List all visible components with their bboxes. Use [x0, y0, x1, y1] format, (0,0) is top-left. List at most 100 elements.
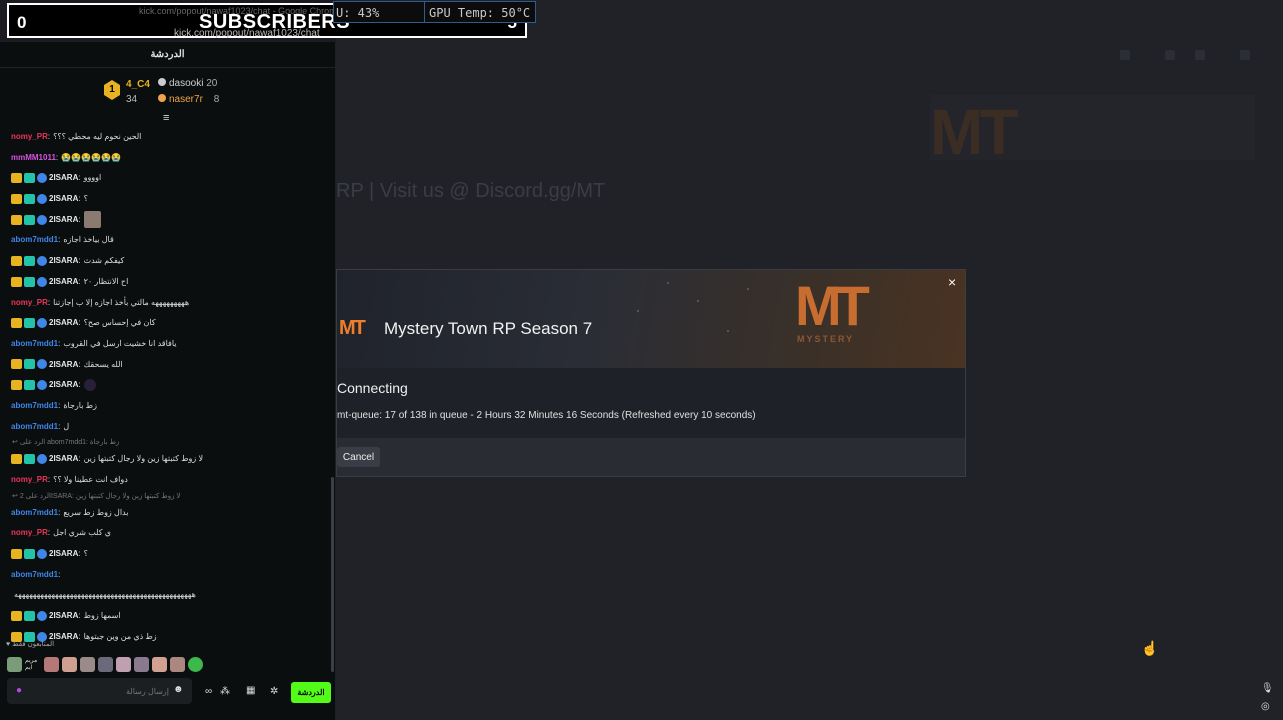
- chat-text: بدال زوط زط سريع: [63, 507, 129, 517]
- username-separator: :: [47, 297, 51, 307]
- chat-username[interactable]: 2ISARA: [49, 194, 78, 203]
- chat-message: abom7mdd1: بدال زوط زط سريع: [0, 503, 334, 524]
- chat-message: nomy_PR: الحين نحوم ليه محطي ؟؟؟: [0, 127, 334, 148]
- subscriber-badge-icon: [24, 214, 35, 225]
- username-separator: :: [78, 173, 81, 183]
- cancel-button[interactable]: Cancel: [337, 447, 380, 467]
- chat-username[interactable]: 2ISARA: [49, 173, 78, 182]
- gpu-temp: GPU Temp: 50°C: [424, 2, 530, 22]
- chat-message: abom7mdd1: قال بياخذ اجازه: [0, 230, 334, 251]
- subscriber-badge-icon: [24, 359, 35, 370]
- chat-username[interactable]: 2ISARA: [49, 380, 78, 389]
- chat-username[interactable]: 2ISARA: [49, 256, 78, 265]
- popout-url: kick.com/popout/nawaf1023/chat: [174, 28, 320, 39]
- gifter-3[interactable]: naser7r 8: [158, 94, 219, 105]
- chat-text: 😭😭😭😭😭😭: [61, 152, 121, 162]
- send-chat-button[interactable]: الدردشة: [291, 682, 331, 703]
- chat-username[interactable]: abom7mdd1: [11, 235, 58, 244]
- subscriber-badge-icon: [24, 611, 35, 622]
- viewer-avatar[interactable]: [44, 657, 59, 673]
- chat-message: nomy_PR: دواف انت عطينا ولا ؟؟: [0, 470, 334, 491]
- chat-username[interactable]: abom7mdd1: [11, 339, 58, 348]
- microphone-icon[interactable]: 🎙: [1261, 683, 1274, 694]
- username-separator: :: [78, 549, 81, 559]
- chat-message: nomy_PR: هههههههههه مالتي بأخذ اجازه إلا …: [0, 293, 334, 314]
- chat-username[interactable]: 2ISARA: [49, 318, 78, 327]
- chat-username[interactable]: 2ISARA: [49, 215, 78, 224]
- viewer-avatar[interactable]: [134, 657, 149, 673]
- chat-username[interactable]: nomy_PR: [11, 475, 48, 484]
- chat-message: 2ISARA: اوووو: [0, 168, 334, 189]
- chat-username[interactable]: nomy_PR: [11, 298, 48, 307]
- verified-badge-icon: [37, 359, 47, 370]
- chat-message: abom7mdd1: زط بارجاة: [0, 396, 334, 417]
- chat-input[interactable]: [29, 678, 169, 704]
- chat-username[interactable]: abom7mdd1: [11, 422, 58, 431]
- modal-header: MT Mystery Town RP Season 7 MT MYSTERY ×: [337, 270, 965, 368]
- crown-badge-icon: [11, 193, 22, 204]
- crown-badge-icon: [11, 276, 22, 287]
- viewer-avatar[interactable]: [62, 657, 77, 673]
- chat-scrollbar[interactable]: [331, 477, 334, 672]
- viewer-avatar[interactable]: [170, 657, 185, 673]
- chat-username[interactable]: 2ISARA: [49, 454, 78, 463]
- username-separator: :: [55, 152, 59, 162]
- gifter-2[interactable]: dasooki 20: [158, 78, 217, 89]
- server-banner: MT: [930, 95, 1255, 168]
- viewer-avatar[interactable]: [7, 657, 22, 673]
- system-stats-overlay: U: 43% GPU Temp: 50°C: [333, 1, 536, 23]
- gift-icon[interactable]: ⁂: [220, 686, 230, 697]
- server-logo-subtitle: MYSTERY: [797, 334, 855, 344]
- chat-username[interactable]: abom7mdd1: [11, 508, 58, 517]
- viewer-avatar[interactable]: [98, 657, 113, 673]
- rank-badge: 1: [104, 80, 120, 100]
- chat-username[interactable]: nomy_PR: [11, 528, 48, 537]
- infinity-icon[interactable]: ∞: [205, 686, 212, 697]
- gear-icon[interactable]: ✲: [270, 686, 278, 697]
- username-separator: :: [78, 214, 81, 224]
- store-icon[interactable]: ▦: [246, 685, 255, 696]
- chat-text: زط ذي من وين جبتوها: [83, 631, 157, 641]
- chat-username[interactable]: mmMM1011: [11, 153, 56, 162]
- chat-text: الحين نحوم ليه محطي ؟؟؟: [53, 132, 142, 141]
- chat-username[interactable]: 2ISARA: [49, 277, 78, 286]
- window-icon: [1195, 50, 1205, 60]
- chat-username[interactable]: nomy_PR: [11, 132, 48, 141]
- subscriber-badge-icon: [24, 454, 35, 465]
- chat-text: ي كلب شري اجل: [53, 528, 111, 538]
- viewer-avatar[interactable]: [188, 657, 203, 673]
- scroll-down-icon[interactable]: ≡: [163, 112, 169, 124]
- target-icon[interactable]: ◎: [1261, 701, 1270, 712]
- chat-username[interactable]: 2ISARA: [49, 549, 78, 558]
- subscriber-badge-icon: [24, 318, 35, 329]
- chat-text: ؟: [83, 549, 88, 559]
- emote-icon: [83, 211, 101, 229]
- chat-text: كان في إحساس صح؟: [83, 318, 156, 328]
- chat-username[interactable]: abom7mdd1: [11, 570, 58, 579]
- gifter-2-count: 20: [206, 78, 218, 89]
- subscriber-badge-icon: [24, 380, 35, 391]
- chat-username[interactable]: 2ISARA: [49, 360, 78, 369]
- viewer-avatars: مريم ايم: [7, 656, 206, 673]
- hand-cursor-icon: ☝: [1141, 640, 1159, 656]
- chat-username[interactable]: 2ISARA: [49, 611, 78, 620]
- username-separator: :: [58, 338, 61, 348]
- verified-badge-icon: [37, 380, 47, 391]
- gifter-icon: [158, 78, 166, 86]
- top-gifter-name[interactable]: 4_C4: [126, 79, 150, 90]
- viewer-avatar[interactable]: [152, 657, 167, 673]
- followers-only-label: ♥ المتابعون فقط: [6, 641, 55, 648]
- decor-speck: [747, 288, 749, 290]
- crown-badge-icon: [11, 173, 22, 184]
- chat-username[interactable]: abom7mdd1: [11, 401, 58, 410]
- microphone-icon[interactable]: ●: [16, 685, 22, 696]
- server-banner-logo: MT: [930, 96, 1018, 168]
- viewer-avatar[interactable]: [116, 657, 131, 673]
- gifter-2-name: dasooki: [169, 78, 204, 89]
- viewer-avatar[interactable]: [80, 657, 95, 673]
- close-icon[interactable]: ×: [948, 274, 960, 290]
- emoji-icon[interactable]: ☻: [173, 684, 184, 695]
- verified-badge-icon: [37, 173, 47, 184]
- chat-composer: ● ☻: [7, 678, 192, 704]
- modal-body: Connecting mt-queue: 17 of 138 in queue …: [337, 368, 965, 438]
